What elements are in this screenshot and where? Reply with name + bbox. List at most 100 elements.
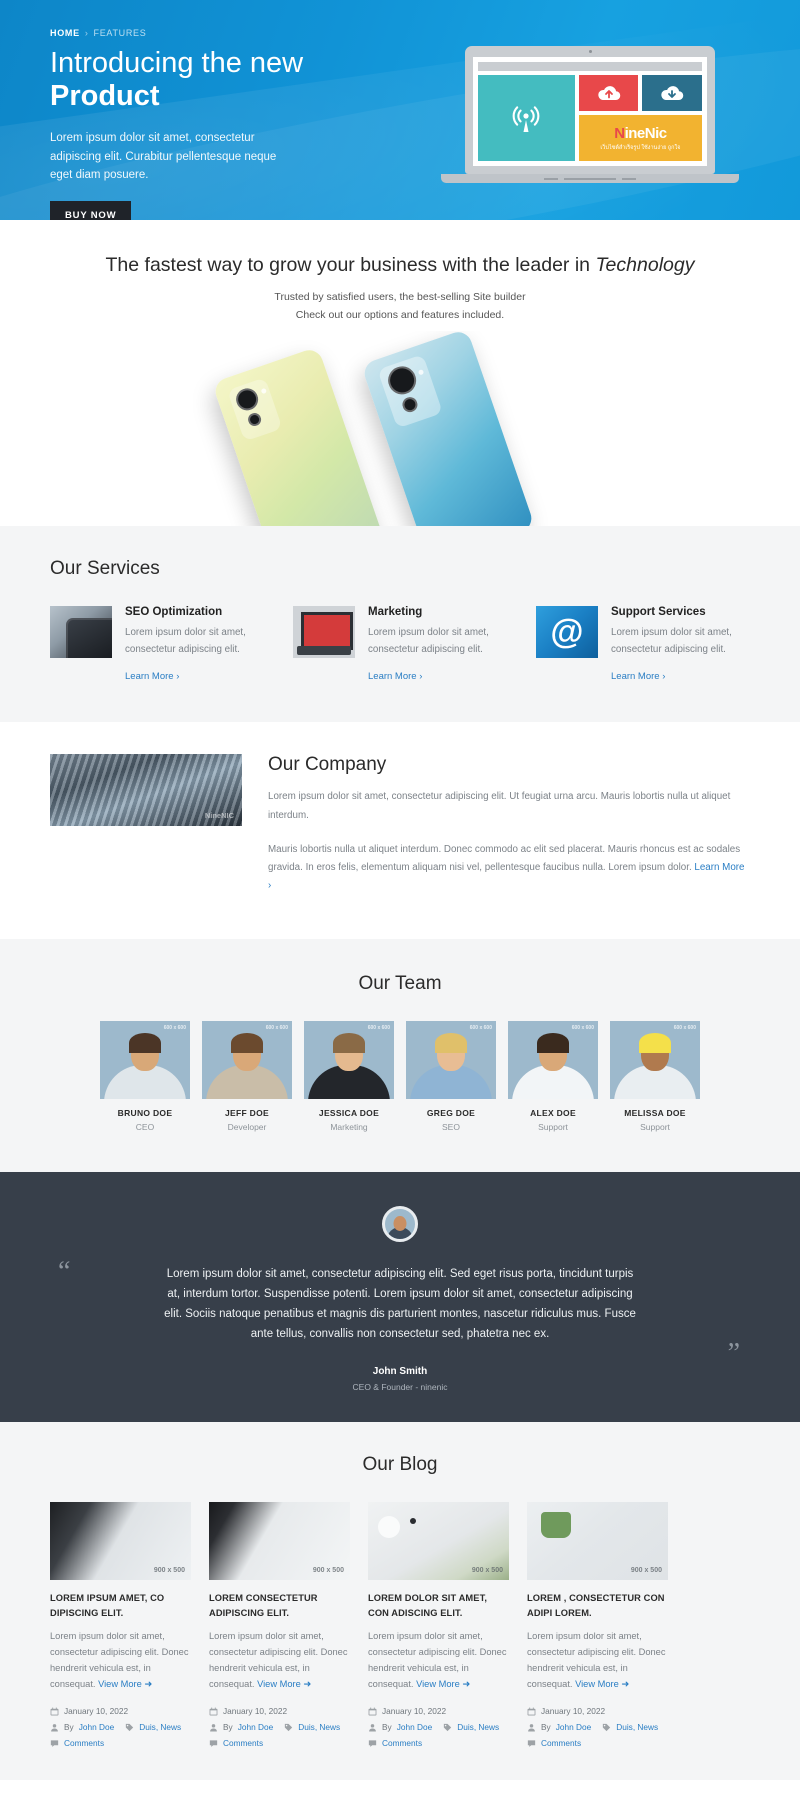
image-size-label: 900 x 500 [471, 1567, 503, 1575]
team-member[interactable]: 600 x 600 MELISSA DOE Support [610, 1020, 700, 1132]
post-comments-row: Comments [368, 1738, 509, 1748]
service-learn-more-link[interactable]: Learn More › [368, 671, 422, 682]
services-wrap: Our Services SEO Optimization Lorem ipsu… [50, 558, 750, 685]
post-date-row: January 10, 2022 [209, 1706, 350, 1716]
post-comments-link[interactable]: Comments [64, 1738, 104, 1748]
testimonial-author-role: CEO & Founder - ninenic [352, 1382, 448, 1393]
calendar-icon [368, 1707, 377, 1716]
feature-heading-plain: The fastest way to grow your business wi… [105, 254, 596, 276]
page-title: Introducing the new Product [50, 47, 420, 113]
post-tags-link[interactable]: Duis, News [298, 1722, 340, 1732]
buy-now-button[interactable]: BUY NOW [50, 200, 132, 220]
post-title[interactable]: LOREM CONSECTETUR ADIPISCING ELIT. [209, 1591, 350, 1620]
breadcrumb-current: FEATURES [93, 28, 147, 38]
post-thumbnail[interactable]: 900 x 500 [368, 1502, 509, 1581]
service-desc: Lorem ipsum dolor sit amet, consectetur … [368, 626, 489, 655]
team-member-role: Support [640, 1121, 670, 1132]
calendar-icon [527, 1707, 536, 1716]
post-comments-link[interactable]: Comments [382, 1738, 422, 1748]
team-member-name: JEFF DOE [225, 1107, 269, 1118]
post-tags-link[interactable]: Duis, News [457, 1722, 499, 1732]
post-excerpt: Lorem ipsum dolor sit amet, consectetur … [368, 1629, 509, 1693]
comment-icon [50, 1740, 59, 1747]
ninenic-tagline: เว็บไซต์สำเร็จรูป ใช้งานง่าย ถูกใจ [600, 144, 681, 151]
feature-subtext-line2: Check out our options and features inclu… [295, 309, 505, 322]
company-wrap: NineNIC Our Company Lorem ipsum dolor si… [50, 754, 750, 895]
post-title[interactable]: LOREM , CONSECTETUR CON ADIPI LOREM. [527, 1591, 668, 1620]
service-learn-more-link[interactable]: Learn More › [611, 671, 665, 682]
team-member[interactable]: 600 x 600 JEFF DOE Developer [202, 1020, 292, 1132]
blog-list: 900 x 500 LOREM IPSUM AMET, CO DIPISCING… [50, 1502, 750, 1754]
company-row: NineNIC Our Company Lorem ipsum dolor si… [50, 754, 750, 895]
post-author-prefix: By [382, 1722, 392, 1733]
feature-subtext-line1: Trusted by satisfied users, the best-sel… [274, 291, 526, 303]
post-tags-link[interactable]: Duis, News [616, 1722, 658, 1732]
post-author-link[interactable]: John Doe [397, 1722, 433, 1732]
phone-blue [360, 330, 536, 526]
post-date-row: January 10, 2022 [368, 1706, 509, 1716]
image-size-label: 900 x 500 [153, 1567, 185, 1575]
team-wrap: Our Team 600 x 600 BRUNO DOE CEO 600 x 6… [50, 973, 750, 1132]
user-icon [528, 1723, 535, 1732]
company-paragraph-2: Mauris lobortis nulla ut aliquet interdu… [268, 841, 750, 895]
service-card-marketing[interactable]: Marketing Lorem ipsum dolor sit amet, co… [293, 605, 506, 685]
ninenic-brand-tile: NineNic เว็บไซต์สำเร็จรูป ใช้งานง่าย ถูก… [578, 115, 702, 161]
avatar: 600 x 600 [406, 1020, 496, 1099]
post-meta: January 10, 2022 By John Doe Duis, News … [209, 1706, 350, 1748]
breadcrumb-home[interactable]: HOME [50, 28, 80, 38]
post-view-more-link[interactable]: View More ➜ [257, 1679, 311, 1689]
quote-open-icon: “ [58, 1255, 71, 1287]
avatar-hair [435, 1032, 467, 1053]
breadcrumb-separator-icon: › [84, 28, 89, 38]
logo-initial: N [614, 124, 625, 142]
post-author-row: By John Doe Duis, News [368, 1722, 509, 1732]
ninenic-logo: NineNic [614, 124, 667, 142]
hero-content: HOME › FEATURES Introducing the new Produc… [0, 0, 420, 220]
blog-post-card[interactable]: 900 x 500 LOREM IPSUM AMET, CO DIPISCING… [50, 1502, 191, 1754]
tag-icon [126, 1723, 134, 1731]
service-card-support[interactable]: @ Support Services Lorem ipsum dolor sit… [536, 605, 749, 685]
post-thumbnail[interactable]: 900 x 500 [50, 1502, 191, 1581]
post-comments-link[interactable]: Comments [541, 1738, 581, 1748]
post-author-link[interactable]: John Doe [79, 1722, 115, 1732]
post-author-prefix: By [64, 1722, 74, 1733]
blog-post-card[interactable]: 900 x 500 LOREM CONSECTETUR ADIPISCING E… [209, 1502, 350, 1754]
post-thumbnail[interactable]: 900 x 500 [209, 1502, 350, 1581]
testimonial-quote: Lorem ipsum dolor sit amet, consectetur … [164, 1267, 636, 1341]
post-comments-link[interactable]: Comments [223, 1738, 263, 1748]
tag-icon [285, 1723, 293, 1731]
post-author-link[interactable]: John Doe [556, 1722, 592, 1732]
screen-tiles-top [578, 75, 703, 111]
blog-post-card[interactable]: 900 x 500 LOREM , CONSECTETUR CON ADIPI … [527, 1502, 668, 1754]
post-view-more-link[interactable]: View More ➜ [416, 1679, 470, 1689]
post-view-more-link[interactable]: View More ➜ [98, 1679, 152, 1689]
post-author-row: By John Doe Duis, News [527, 1722, 668, 1732]
post-title[interactable]: LOREM DOLOR SIT AMET, CON ADISCING ELIT. [368, 1591, 509, 1620]
laptop-lid: NineNic เว็บไซต์สำเร็จรูป ใช้งานง่าย ถูก… [465, 46, 715, 174]
base-notch-1 [544, 177, 558, 180]
service-card-seo[interactable]: SEO Optimization Lorem ipsum dolor sit a… [50, 605, 263, 685]
company-building-image: NineNIC [50, 754, 242, 827]
avatar-size-tag: 600 x 600 [367, 1024, 390, 1031]
service-learn-more-link[interactable]: Learn More › [125, 671, 179, 682]
feature-wrap: The fastest way to grow your business wi… [50, 254, 750, 325]
team-member[interactable]: 600 x 600 BRUNO DOE CEO [100, 1020, 190, 1132]
breadcrumb: HOME › FEATURES [50, 28, 420, 38]
team-list: 600 x 600 BRUNO DOE CEO 600 x 600 JEFF D… [50, 1020, 750, 1132]
camera-island [227, 377, 283, 442]
team-member[interactable]: 600 x 600 ALEX DOE Support [508, 1020, 598, 1132]
blog-post-card[interactable]: 900 x 500 LOREM DOLOR SIT AMET, CON ADIS… [368, 1502, 509, 1754]
post-tags-link[interactable]: Duis, News [139, 1722, 181, 1732]
image-size-label: 900 x 500 [630, 1567, 662, 1575]
team-member-role: Marketing [330, 1121, 368, 1132]
avatar-size-tag: 600 x 600 [673, 1024, 696, 1031]
post-view-more-link[interactable]: View More ➜ [575, 1679, 629, 1689]
company-paragraph-2-text: Mauris lobortis nulla ut aliquet interdu… [268, 843, 741, 873]
post-title[interactable]: LOREM IPSUM AMET, CO DIPISCING ELIT. [50, 1591, 191, 1620]
feature-heading: The fastest way to grow your business wi… [50, 254, 750, 277]
team-member[interactable]: 600 x 600 GREG DOE SEO [406, 1020, 496, 1132]
post-author-link[interactable]: John Doe [238, 1722, 274, 1732]
avatar: 600 x 600 [508, 1020, 598, 1099]
team-member[interactable]: 600 x 600 JESSICA DOE Marketing [304, 1020, 394, 1132]
post-thumbnail[interactable]: 900 x 500 [527, 1502, 668, 1581]
